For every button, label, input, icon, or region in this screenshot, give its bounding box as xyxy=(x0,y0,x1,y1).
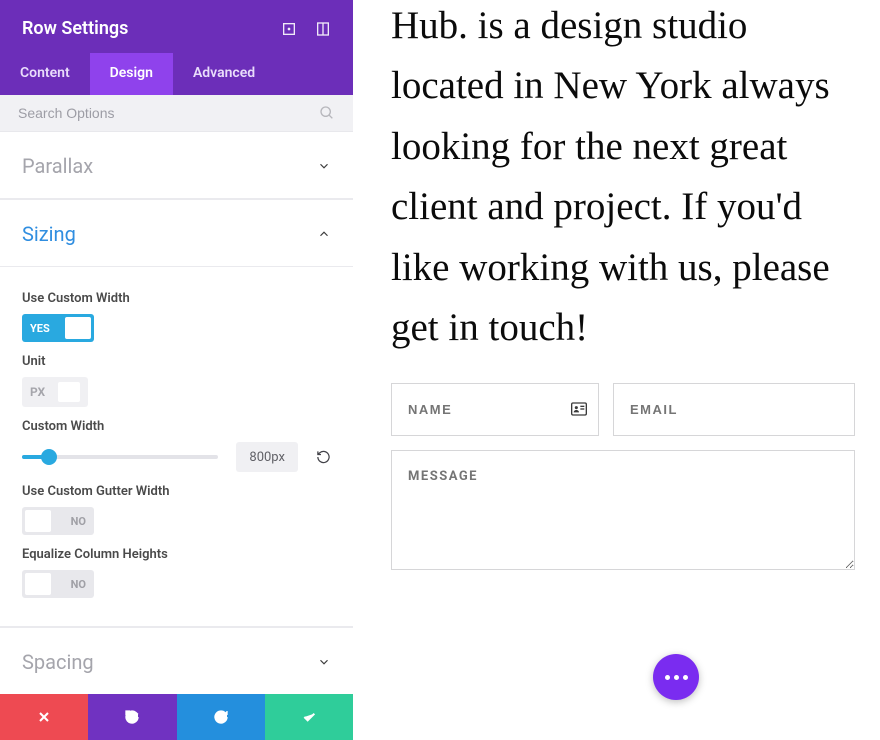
preview-area: Hub. is a design studio located in New Y… xyxy=(353,0,880,740)
toggle-state-no: NO xyxy=(71,578,86,591)
tab-content[interactable]: Content xyxy=(0,53,90,95)
close-button[interactable] xyxy=(0,694,88,740)
use-custom-gutter-label: Use Custom Gutter Width xyxy=(22,484,331,499)
custom-width-row: 800px xyxy=(22,442,331,472)
chevron-down-icon xyxy=(317,655,331,669)
tab-design[interactable]: Design xyxy=(90,53,173,95)
section-parallax-label: Parallax xyxy=(22,154,93,178)
reset-icon[interactable] xyxy=(316,449,331,465)
custom-width-slider[interactable] xyxy=(22,452,218,462)
message-input[interactable] xyxy=(391,450,855,570)
slider-thumb[interactable] xyxy=(41,449,57,465)
dots-icon xyxy=(665,675,688,680)
drag-icon[interactable] xyxy=(315,21,331,37)
contact-card-icon xyxy=(571,402,587,416)
panel-header-icons xyxy=(281,21,331,37)
unit-value: PX xyxy=(30,385,45,399)
section-sizing[interactable]: Sizing xyxy=(0,199,353,267)
hero-text: Hub. is a design studio located in New Y… xyxy=(391,0,855,359)
close-icon xyxy=(36,709,52,725)
section-spacing[interactable]: Spacing xyxy=(0,627,353,694)
email-input[interactable] xyxy=(613,383,855,436)
toggle-knob xyxy=(25,573,51,595)
undo-button[interactable] xyxy=(88,694,176,740)
toggle-knob xyxy=(65,317,91,339)
panel-header: Row Settings xyxy=(0,0,353,53)
bottom-actions xyxy=(0,694,353,740)
use-custom-width-toggle[interactable]: YES xyxy=(22,314,94,342)
tab-advanced[interactable]: Advanced xyxy=(173,53,275,95)
toggle-knob xyxy=(25,510,51,532)
toggle-state-no: NO xyxy=(71,515,86,528)
redo-icon xyxy=(213,709,229,725)
name-input[interactable] xyxy=(391,383,599,436)
chevron-down-icon xyxy=(317,159,331,173)
settings-panel: Row Settings Content Design Advanced Par… xyxy=(0,0,353,740)
chevron-up-icon xyxy=(317,227,331,241)
use-custom-width-label: Use Custom Width xyxy=(22,291,331,306)
panel-scroll: Parallax Sizing Use Custom Width YES Uni… xyxy=(0,132,353,694)
unit-knob xyxy=(58,382,80,402)
panel-title: Row Settings xyxy=(22,18,128,39)
form-row xyxy=(391,383,855,436)
check-icon xyxy=(301,709,317,725)
expand-icon[interactable] xyxy=(281,21,297,37)
name-field-wrap xyxy=(391,383,599,436)
search-input[interactable] xyxy=(18,105,272,121)
toggle-state-yes: YES xyxy=(30,322,50,335)
redo-button[interactable] xyxy=(177,694,265,740)
tab-row: Content Design Advanced xyxy=(0,53,353,95)
section-spacing-label: Spacing xyxy=(22,650,94,674)
unit-select[interactable]: PX xyxy=(22,377,88,407)
section-sizing-body: Use Custom Width YES Unit PX Custom Widt… xyxy=(0,267,353,627)
save-button[interactable] xyxy=(265,694,353,740)
equalize-toggle[interactable]: NO xyxy=(22,570,94,598)
floating-action-button[interactable] xyxy=(653,654,699,700)
search-row xyxy=(0,95,353,132)
section-parallax[interactable]: Parallax xyxy=(0,132,353,199)
custom-width-value[interactable]: 800px xyxy=(236,442,298,472)
custom-width-label: Custom Width xyxy=(22,419,331,434)
undo-icon xyxy=(124,709,140,725)
unit-label: Unit xyxy=(22,354,331,369)
equalize-label: Equalize Column Heights xyxy=(22,547,331,562)
search-icon[interactable] xyxy=(319,105,335,121)
section-sizing-label: Sizing xyxy=(22,222,76,246)
use-custom-gutter-toggle[interactable]: NO xyxy=(22,507,94,535)
